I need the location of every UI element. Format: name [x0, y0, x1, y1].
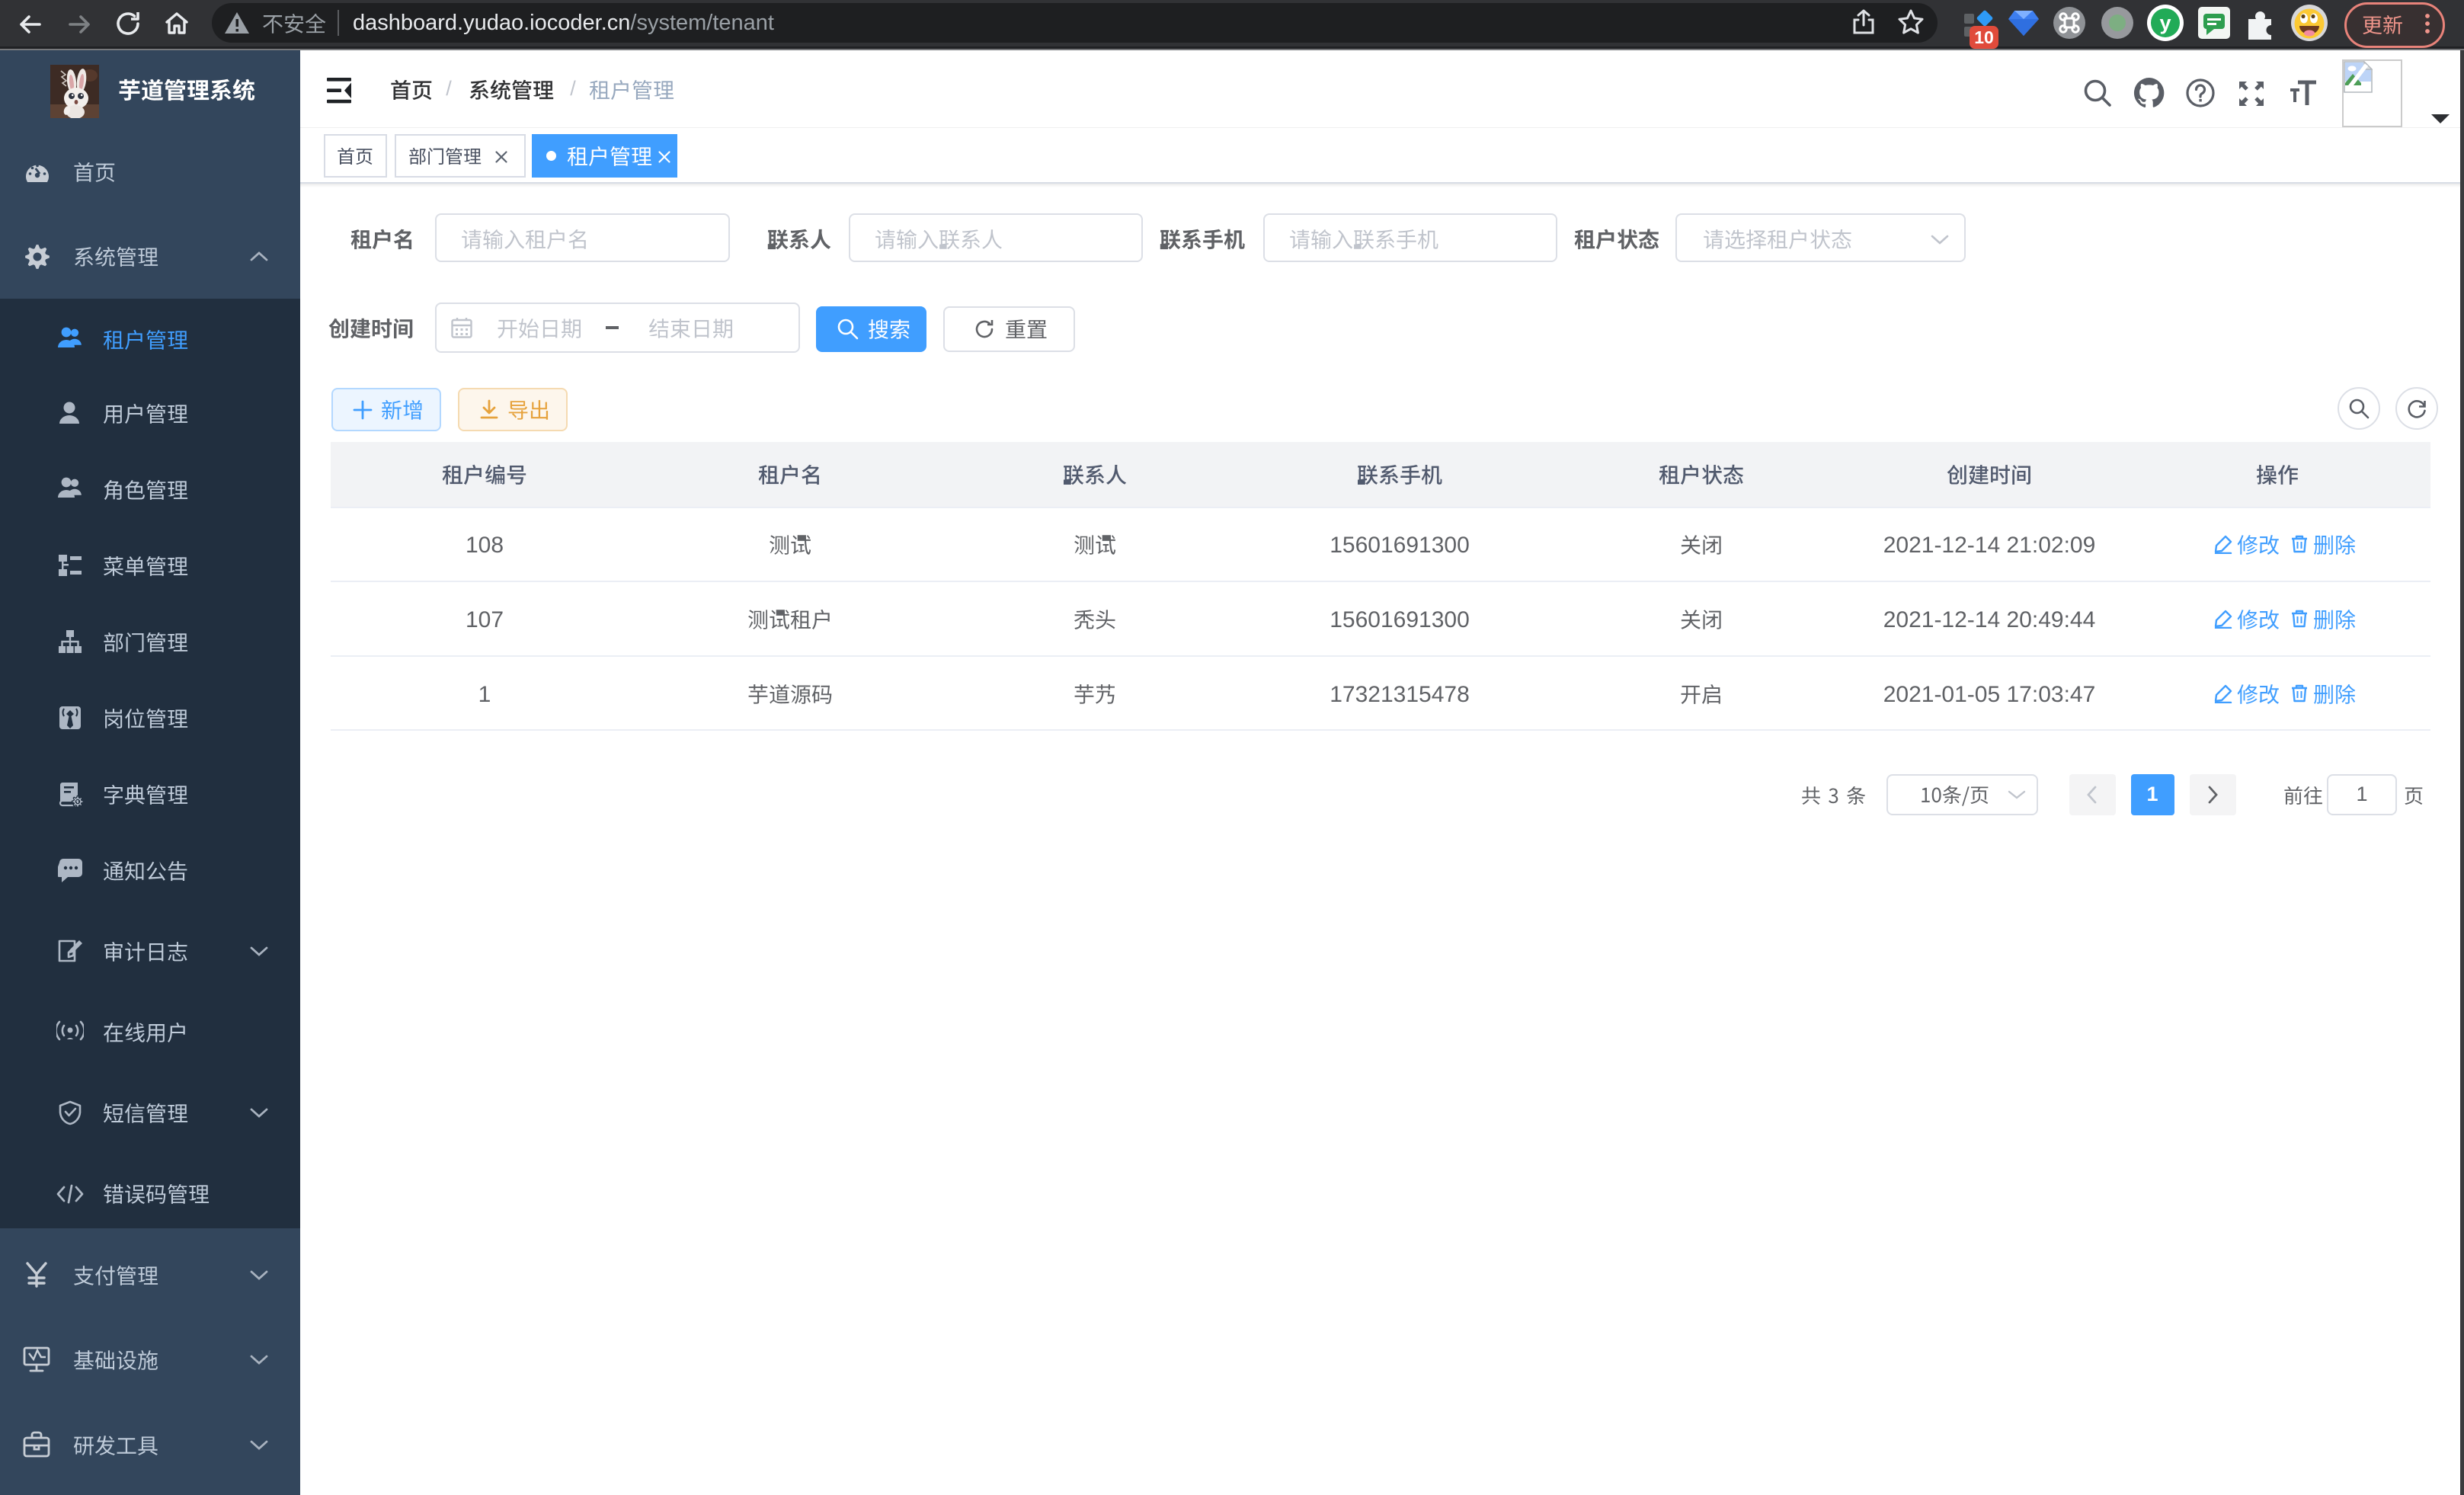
svg-text:y: y	[2159, 11, 2171, 34]
svg-text:10: 10	[1974, 27, 1994, 47]
